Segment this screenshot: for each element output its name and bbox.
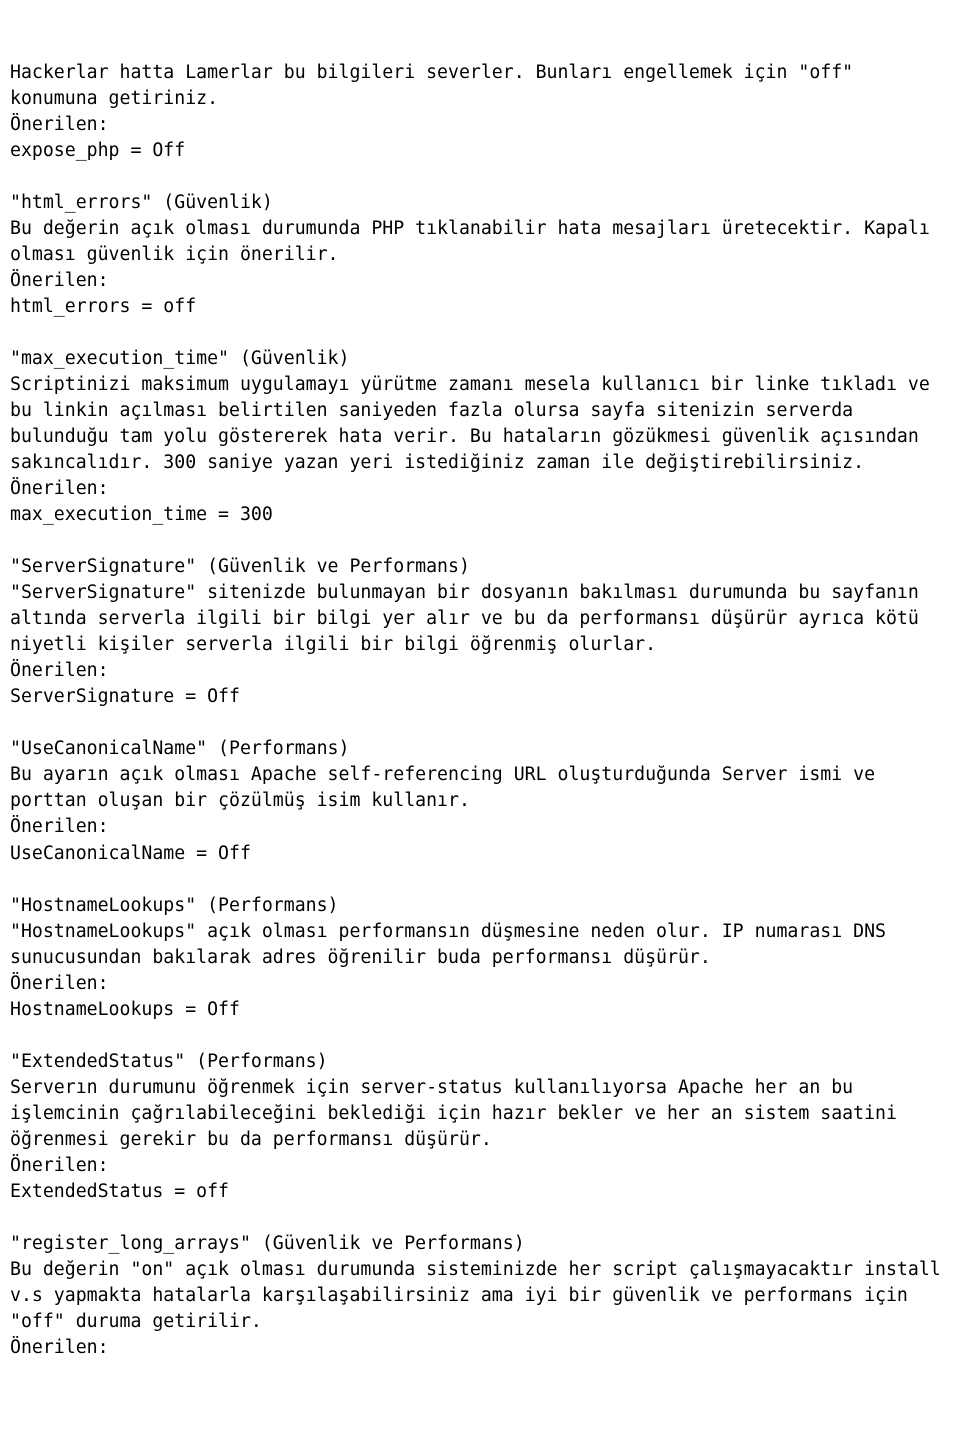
document-body: Hackerlar hatta Lamerlar bu bilgileri se…: [10, 60, 950, 1361]
